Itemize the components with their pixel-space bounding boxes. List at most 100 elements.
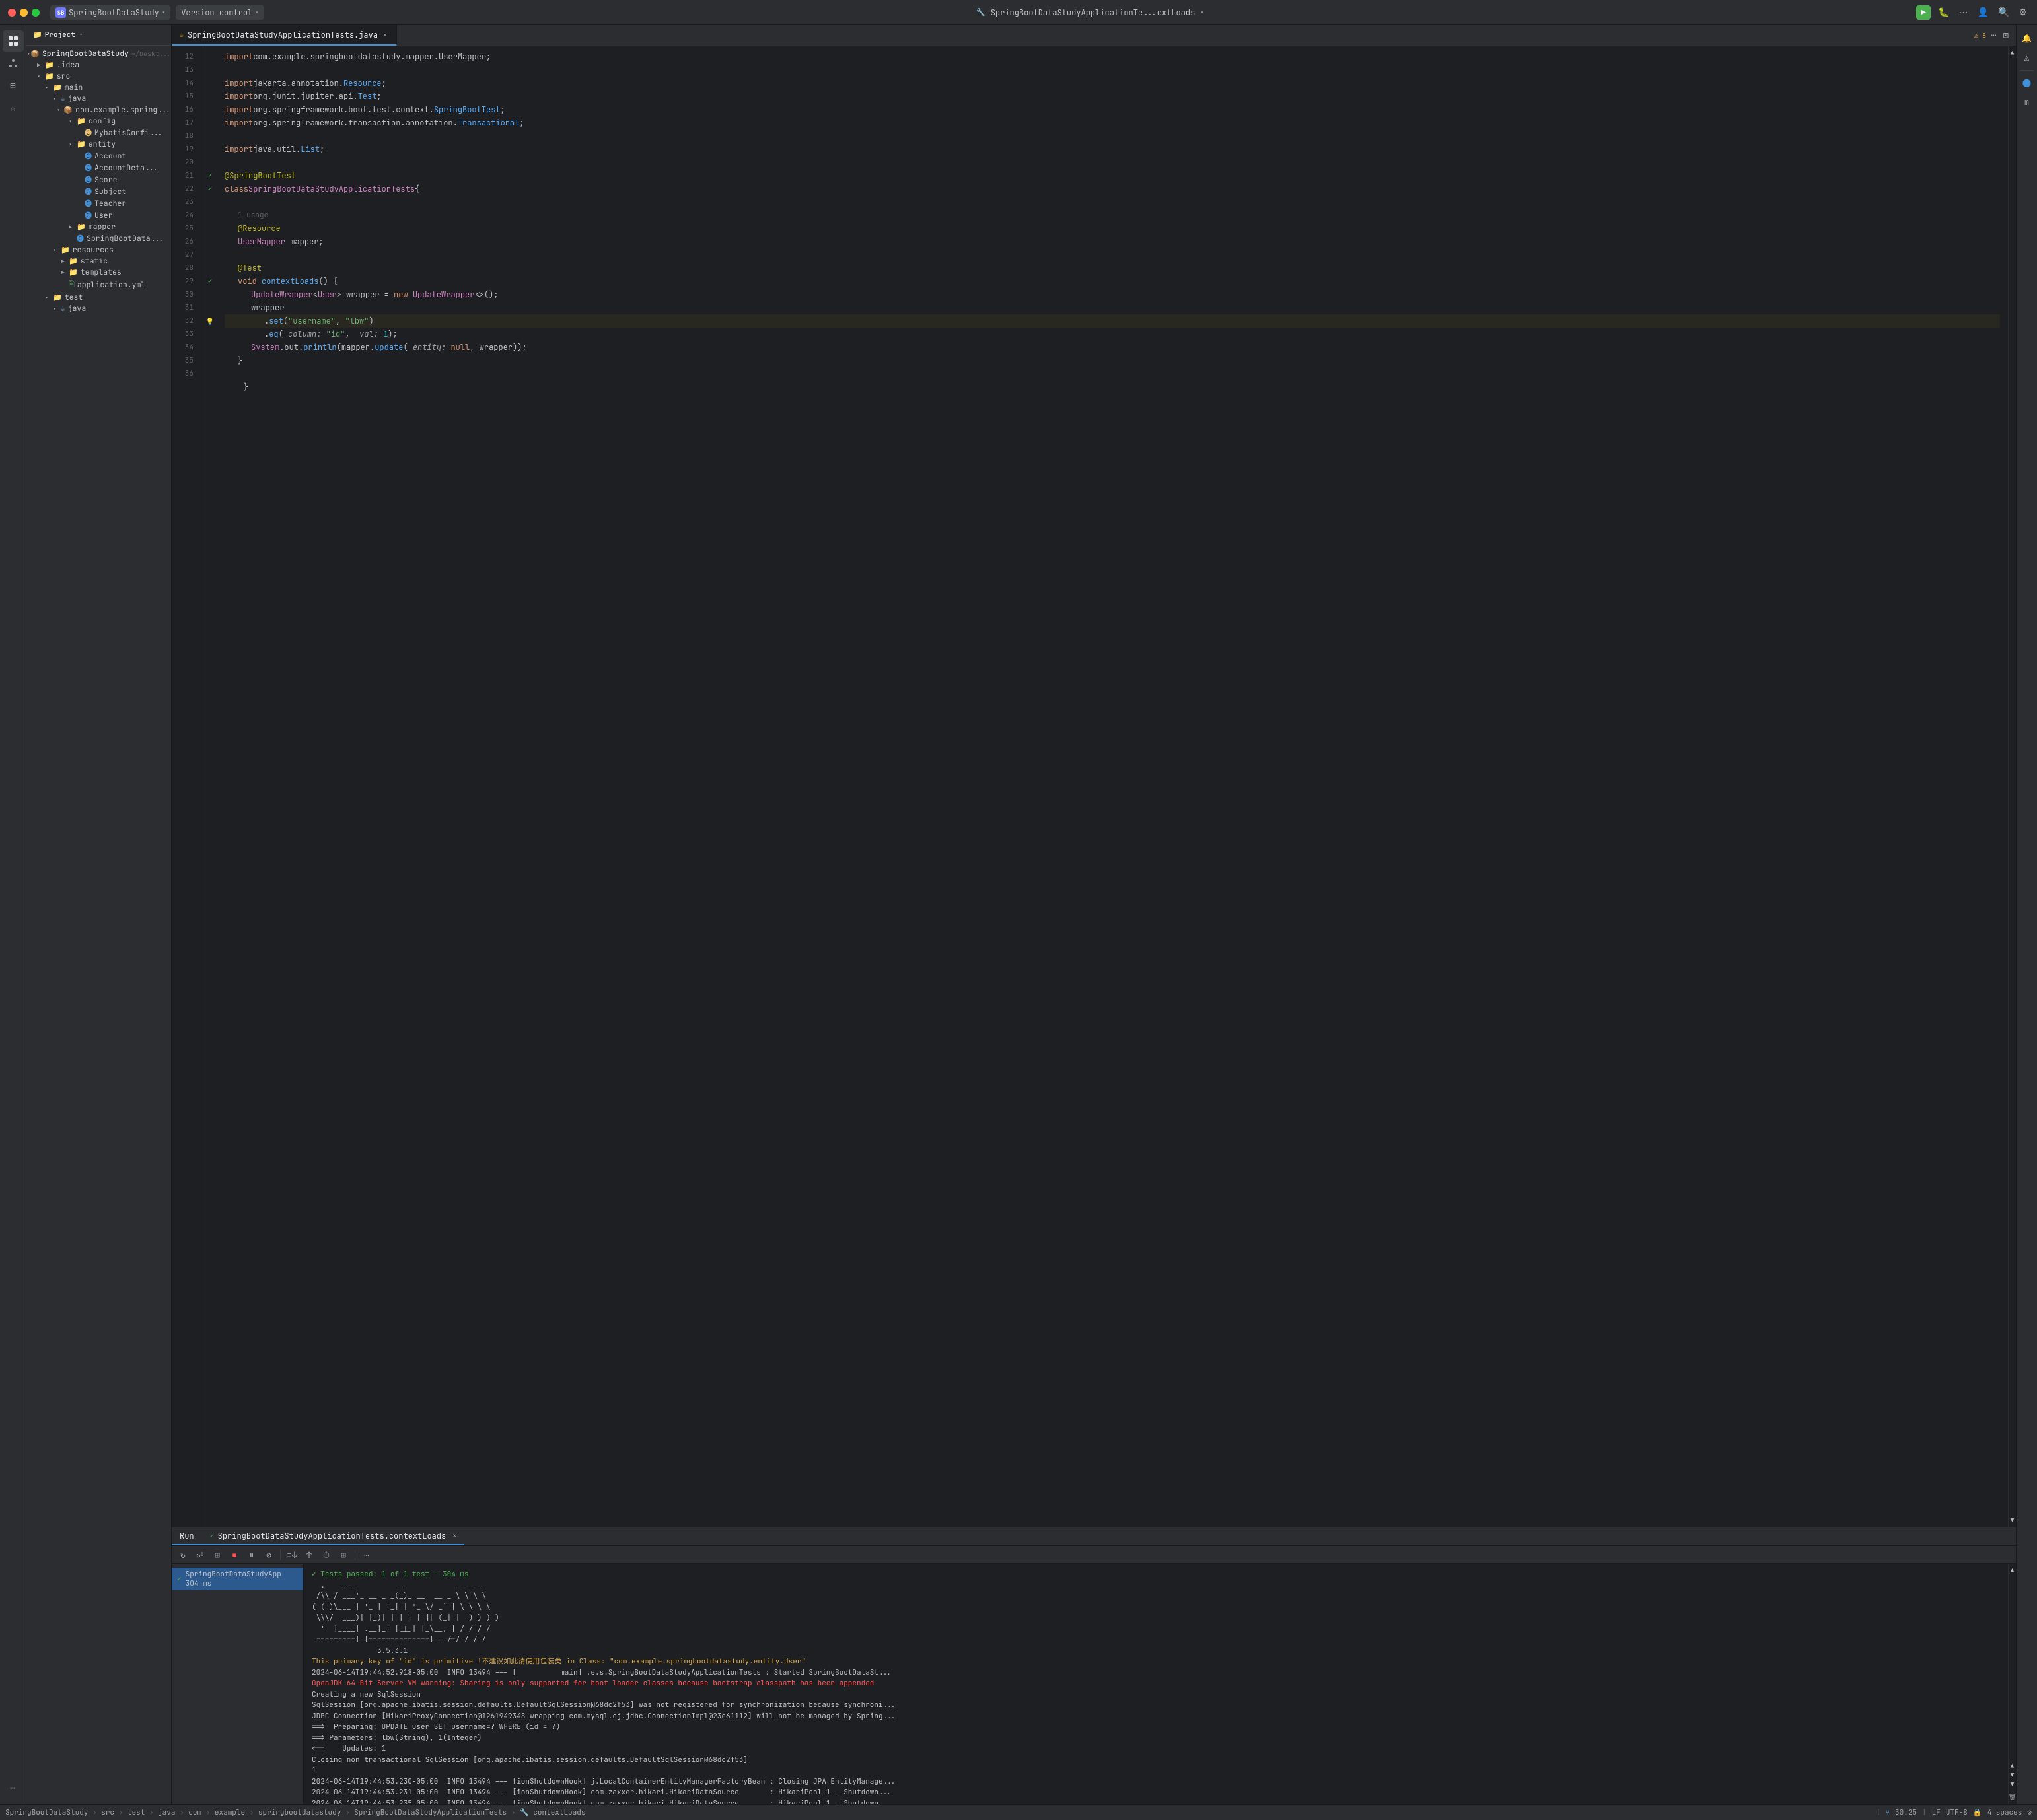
tab-actions-more[interactable]: ⋯ — [1989, 28, 1998, 44]
scroll-up2-icon[interactable]: ▲ — [2011, 1762, 2014, 1770]
gutter-check-29: ✓ — [203, 275, 217, 288]
breadcrumb-item[interactable]: test — [127, 1808, 145, 1817]
line-num-26: 26 — [172, 235, 197, 248]
run-button[interactable]: ▶ — [1916, 5, 1931, 20]
breadcrumb-item[interactable]: springbootdatastudy — [258, 1808, 341, 1817]
output-line-version: 3.5.3.1 — [312, 1646, 2000, 1657]
debug-button[interactable]: 🐛 — [1936, 5, 1951, 20]
run-tree-item-app[interactable]: ✓ SpringBootDataStudyApp 304 ms — [172, 1568, 303, 1590]
tree-item-mapper[interactable]: ▶ 📁 mapper — [26, 221, 171, 232]
statusbar-indent[interactable]: 4 spaces — [1987, 1808, 2022, 1817]
settings-run-button[interactable]: ⊞ — [336, 1547, 351, 1562]
output-line-sql-session: SqlSession [org.apache.ibatis.session.de… — [312, 1700, 2000, 1711]
breadcrumb-item[interactable]: SpringBootDataStudy — [5, 1808, 88, 1817]
code-line-26: UserMapper mapper; — [225, 235, 2000, 248]
line-num-36: 36 — [172, 367, 197, 380]
statusbar-breadcrumb: SpringBootDataStudy › src › test › java … — [5, 1808, 1871, 1817]
filter-button[interactable]: ≡↓ — [285, 1547, 299, 1562]
tree-item-score[interactable]: ▶ 🅒 Score — [26, 174, 171, 186]
clear-output-icon[interactable]: 🗑 — [2009, 1793, 2016, 1801]
tree-item-main[interactable]: ▾ 📁 main — [26, 82, 171, 93]
tree-item-resources[interactable]: ▾ 📁 resources — [26, 244, 171, 256]
breadcrumb-item[interactable]: src — [101, 1808, 114, 1817]
test-tab-close[interactable]: ✕ — [452, 1531, 456, 1540]
tree-item-com-example-spring[interactable]: ▾ 📦 com.example.spring... — [26, 104, 171, 116]
scroll-down2-icon[interactable]: ▼ — [2011, 1780, 2014, 1788]
tree-item-test-java[interactable]: ▾ ☕ java — [26, 303, 171, 314]
tab-close-button[interactable]: ✕ — [382, 30, 388, 40]
tree-item-test[interactable]: ▾ 📁 test — [26, 292, 171, 303]
close-button[interactable] — [8, 9, 16, 17]
breadcrumb-item[interactable]: com — [188, 1808, 201, 1817]
tree-item-src[interactable]: ▾ 📁 src — [26, 71, 171, 82]
sidebar-icon-structure[interactable]: ⊞ — [3, 75, 24, 96]
statusbar-line-sep[interactable]: LF — [1932, 1808, 1941, 1817]
breadcrumb-item[interactable]: SpringBootDataStudyApplicationTests — [354, 1808, 507, 1817]
statusbar-encoding[interactable]: UTF-8 — [1946, 1808, 1968, 1817]
scroll-up-icon[interactable]: ▲ — [2011, 1566, 2014, 1574]
code-content[interactable]: import com.example.springbootdatastudy.m… — [217, 46, 2008, 1527]
settings-button[interactable]: ⚙ — [2017, 5, 2029, 20]
tree-item-subject[interactable]: ▶ 🅒 Subject — [26, 186, 171, 197]
rerun-button[interactable]: ↻ — [176, 1547, 190, 1562]
right-sidebar-problems[interactable]: ⚠ — [2019, 50, 2035, 66]
code-line-30: UpdateWrapper<User> wrapper = new Update… — [225, 288, 2000, 301]
test-result-tab[interactable]: ✓ SpringBootDataStudyApplicationTests.co… — [202, 1527, 465, 1545]
sidebar-icon-bookmark[interactable]: ☆ — [3, 98, 24, 119]
project-selector[interactable]: SB SpringBootDataStudy ▾ — [50, 5, 170, 20]
tree-item-java[interactable]: ▾ ☕ java — [26, 93, 171, 104]
version-control-label: Version control — [181, 7, 252, 18]
editor-scrollbar[interactable]: ▲ ▼ — [2008, 46, 2016, 1527]
titlebar: SB SpringBootDataStudy ▾ Version control… — [0, 0, 2037, 25]
output-line-started: 2024-06-14T19:44:52.918-05:00 INFO 13494… — [312, 1667, 2000, 1679]
code-line-19: import java.util.List; — [225, 143, 2000, 156]
tree-item-application-yml[interactable]: ▶ 🗎 application.yml — [26, 278, 171, 292]
more-actions-button[interactable]: ⋯ — [1957, 5, 1970, 20]
export-button[interactable]: ⏱ — [319, 1547, 334, 1562]
minimize-button[interactable] — [20, 9, 28, 17]
run-tab[interactable]: Run — [172, 1527, 202, 1545]
tree-item-account-detail[interactable]: ▶ 🅒 AccountDeta... — [26, 162, 171, 174]
tree-item-springboot-root[interactable]: ▾ 📦 SpringBootDataStudy ~/Deskt... — [26, 48, 171, 59]
more-run-button[interactable]: ⋯ — [359, 1547, 374, 1562]
tree-item-idea[interactable]: ▶ 📁 .idea — [26, 59, 171, 71]
breadcrumb-item[interactable]: 🔧 contextLoads — [520, 1808, 586, 1817]
pause-button[interactable]: ⏸ — [244, 1547, 259, 1562]
maximize-button[interactable] — [32, 9, 40, 17]
tree-item-static[interactable]: ▶ 📁 static — [26, 256, 171, 267]
breadcrumb-item[interactable]: example — [215, 1808, 245, 1817]
right-sidebar-database[interactable]: ⬤ — [2019, 75, 2035, 90]
stop-button[interactable]: ⏹ — [227, 1547, 242, 1562]
tree-item-entity[interactable]: ▾ 📁 entity — [26, 139, 171, 150]
editor-tab-main[interactable]: ☕ SpringBootDataStudyApplicationTests.ja… — [172, 25, 397, 46]
sidebar-icon-more[interactable]: ⋯ — [3, 1778, 24, 1799]
right-sidebar-notifications[interactable]: 🔔 — [2019, 30, 2035, 46]
rerun-failed-button[interactable]: ↻! — [193, 1547, 207, 1562]
breadcrumb-item[interactable]: java — [158, 1808, 175, 1817]
left-sidebar-icons: ⊞ ☆ ⋯ — [0, 25, 26, 1804]
import-button[interactable]: ↑ — [302, 1547, 316, 1562]
output-scrollbar[interactable]: ▲ ▲ ▼ ▼ 🗑 — [2008, 1564, 2016, 1804]
git-status-icon: ⑂ — [1886, 1808, 1890, 1817]
tree-item-account[interactable]: ▶ 🅒 Account — [26, 150, 171, 162]
tab-split-button[interactable]: ⊡ — [2001, 28, 2011, 44]
sidebar-icon-git[interactable] — [3, 53, 24, 74]
scroll-down-icon[interactable]: ▼ — [2011, 1771, 2014, 1779]
sort-button[interactable]: ⊞ — [210, 1547, 225, 1562]
version-control-button[interactable]: Version control ▾ — [176, 5, 264, 20]
statusbar-settings-icon[interactable]: ⚙ — [2027, 1808, 2032, 1817]
tree-item-templates[interactable]: ▶ 📁 templates — [26, 267, 171, 278]
tree-item-teacher[interactable]: ▶ 🅒 Teacher — [26, 197, 171, 209]
right-sidebar-gradle[interactable]: m — [2019, 94, 2035, 110]
search-button[interactable]: 🔍 — [1996, 5, 2011, 20]
sidebar-icon-project[interactable] — [3, 30, 24, 52]
run-output: ✓ Tests passed: 1 of 1 test – 304 ms . _… — [304, 1564, 2008, 1804]
tree-item-user[interactable]: ▶ 🅒 User — [26, 209, 171, 221]
chevron-down-icon: ▾ — [162, 9, 165, 17]
account-button[interactable]: 👤 — [1976, 5, 1991, 20]
statusbar-position[interactable]: 30:25 — [1895, 1808, 1917, 1817]
cancel-button[interactable]: ⊘ — [262, 1547, 276, 1562]
tree-item-mybatis-config[interactable]: ▶ 🅒 MybatisConfi... — [26, 127, 171, 139]
tree-item-springbootdata-main[interactable]: ▶ 🅒 SpringBootData... — [26, 232, 171, 244]
tree-item-config[interactable]: ▾ 📁 config — [26, 116, 171, 127]
